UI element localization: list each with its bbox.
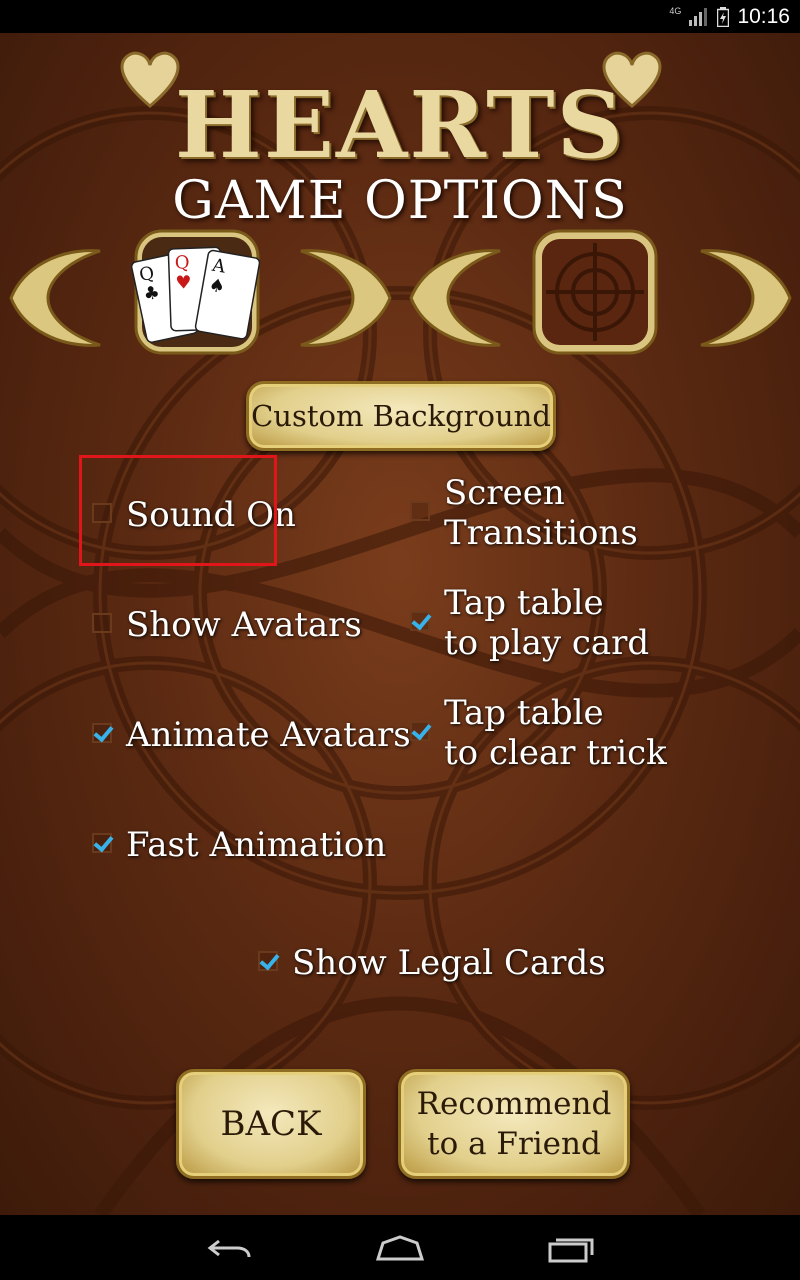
animate-avatars-label: Animate Avatars bbox=[126, 715, 411, 755]
option-screen-transitions[interactable]: Screen Transitions bbox=[410, 473, 638, 553]
screen-transitions-label: Screen Transitions bbox=[444, 473, 638, 553]
background-prev-button[interactable] bbox=[408, 243, 503, 353]
background-next-button[interactable] bbox=[698, 243, 793, 353]
option-show-legal-cards[interactable]: Show Legal Cards bbox=[258, 943, 606, 983]
card-style-prev-button[interactable] bbox=[8, 243, 103, 353]
recommend-button[interactable]: Recommend to a Friend bbox=[398, 1069, 630, 1179]
back-button[interactable]: BACK bbox=[176, 1069, 366, 1179]
option-fast-animation[interactable]: Fast Animation bbox=[92, 825, 386, 865]
page-title: GAME OPTIONS bbox=[172, 171, 628, 231]
tap-clear-trick-checkbox[interactable] bbox=[410, 721, 430, 741]
status-bar: 4G 10:16 bbox=[0, 0, 800, 33]
option-show-avatars[interactable]: Show Avatars bbox=[92, 605, 362, 645]
home-nav-icon[interactable] bbox=[375, 1233, 425, 1263]
svg-text:♥: ♥ bbox=[175, 272, 192, 294]
card-style-preview[interactable]: Q ♣ Q ♥ A ♠ bbox=[128, 223, 266, 361]
game-options-screen: HEARTS GAME OPTIONS Q ♣ Q ♥ A ♠ Custom B… bbox=[0, 33, 800, 1215]
option-tap-play-card[interactable]: Tap table to play card bbox=[410, 583, 649, 663]
background-preview[interactable] bbox=[526, 223, 664, 361]
navigation-bar bbox=[0, 1215, 800, 1280]
back-nav-icon[interactable] bbox=[205, 1233, 255, 1263]
heart-right-icon bbox=[602, 51, 662, 108]
cards-preview-icon: Q♣ Q♥ A♠ bbox=[130, 229, 261, 355]
screen-transitions-checkbox[interactable] bbox=[410, 501, 430, 521]
option-animate-avatars[interactable]: Animate Avatars bbox=[92, 715, 411, 755]
fast-animation-checkbox[interactable] bbox=[92, 833, 112, 853]
network-type: 4G bbox=[669, 5, 682, 16]
custom-background-button[interactable]: Custom Background bbox=[246, 381, 556, 451]
highlight-box bbox=[79, 455, 277, 566]
show-avatars-checkbox[interactable] bbox=[92, 613, 112, 633]
app-screen: 4G 10:16 HEARTS GAME OPTIONS Q ♣ Q ♥ A ♠… bbox=[0, 0, 800, 1280]
clock: 10:16 bbox=[737, 4, 790, 28]
game-title: HEARTS bbox=[174, 71, 626, 179]
tap-clear-trick-label: Tap table to clear trick bbox=[444, 693, 667, 773]
fast-animation-label: Fast Animation bbox=[126, 825, 387, 865]
show-legal-cards-label: Show Legal Cards bbox=[292, 943, 606, 983]
background-preview-icon bbox=[532, 229, 658, 355]
card-style-next-button[interactable] bbox=[298, 243, 393, 353]
show-avatars-label: Show Avatars bbox=[126, 605, 362, 645]
recents-nav-icon[interactable] bbox=[546, 1233, 596, 1263]
show-legal-cards-checkbox[interactable] bbox=[258, 951, 278, 971]
signal-icon bbox=[689, 7, 708, 26]
tap-play-card-label: Tap table to play card bbox=[444, 583, 650, 663]
battery-icon bbox=[717, 6, 730, 27]
animate-avatars-checkbox[interactable] bbox=[92, 723, 112, 743]
option-tap-clear-trick[interactable]: Tap table to clear trick bbox=[410, 693, 667, 773]
svg-text:Q: Q bbox=[174, 252, 189, 274]
tap-play-card-checkbox[interactable] bbox=[410, 611, 430, 631]
